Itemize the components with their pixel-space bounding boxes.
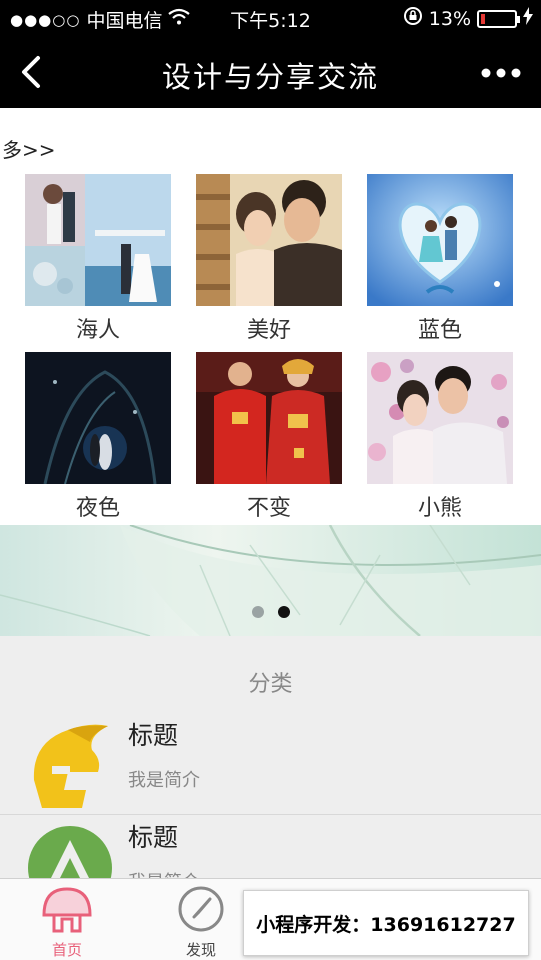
- gallery-photo: [367, 352, 513, 484]
- gallery-item[interactable]: 海人: [25, 174, 171, 344]
- gallery-photo: [367, 174, 513, 306]
- helmet-logo-icon: [28, 720, 112, 810]
- list-item-title: 标题: [128, 823, 179, 852]
- carousel-dot[interactable]: [252, 606, 264, 618]
- gallery-item[interactable]: 小熊: [367, 352, 513, 522]
- category-title: 分类: [248, 672, 293, 697]
- tab-discover-label: 发现: [185, 941, 216, 959]
- carousel-dot-active[interactable]: [278, 606, 290, 618]
- list-item[interactable]: 标题 我是简介: [0, 714, 541, 814]
- tab-discover[interactable]: 发现: [146, 885, 256, 960]
- gallery-caption: 美好: [246, 318, 291, 343]
- more-link[interactable]: 多>>: [2, 134, 56, 163]
- gallery-item[interactable]: 不变: [196, 352, 342, 522]
- charging-icon: [523, 7, 533, 30]
- home-mushroom-icon: [42, 887, 92, 933]
- gallery-photo: [196, 174, 342, 306]
- gallery-caption: 不变: [246, 496, 291, 521]
- gallery-photo: [196, 352, 342, 484]
- category-section: 分类 标题 我是简介 标题 我是简介: [0, 636, 541, 910]
- gallery-item[interactable]: 美好: [196, 174, 342, 344]
- gallery-caption: 蓝色: [417, 318, 462, 343]
- promo-banner[interactable]: 小程序开发：13691612727: [243, 890, 529, 956]
- banner-carousel[interactable]: [0, 525, 541, 636]
- battery-percent: 13%: [428, 7, 471, 30]
- more-dots-icon: [481, 68, 521, 78]
- gallery-caption: 夜色: [75, 496, 120, 521]
- tab-home[interactable]: 首页: [12, 885, 122, 960]
- orientation-lock-icon: [403, 6, 423, 31]
- tab-home-label: 首页: [51, 941, 82, 959]
- list-item-title: 标题: [128, 721, 179, 750]
- gallery-photo: [25, 352, 171, 484]
- gallery-caption: 海人: [75, 318, 120, 343]
- gallery-caption: 小熊: [417, 496, 462, 521]
- gallery-photo: [25, 174, 171, 306]
- more-menu-button[interactable]: [481, 58, 521, 82]
- divider: [0, 814, 541, 815]
- page-title: 设计与分享交流: [161, 60, 379, 94]
- battery-icon: [477, 9, 520, 28]
- gallery-item[interactable]: 夜色: [25, 352, 171, 522]
- status-bar: ●●●○○ 中国电信 下午5:12 13%: [0, 0, 541, 36]
- compass-icon: [178, 886, 224, 932]
- navigation-bar: 设计与分享交流: [0, 36, 541, 108]
- banner-leaf-image: [0, 525, 541, 636]
- list-item-subtitle: 我是简介: [128, 770, 200, 791]
- gallery-item[interactable]: 蓝色: [367, 174, 513, 344]
